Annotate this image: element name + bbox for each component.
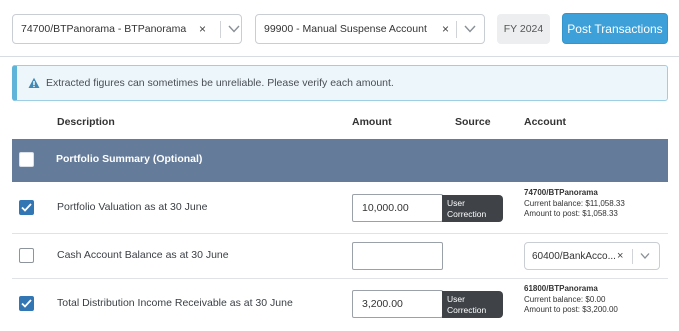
- suspense-account-select[interactable]: 99900 - Manual Suspense Account ×: [255, 14, 485, 44]
- column-header-account: Account: [524, 116, 566, 128]
- amount-input[interactable]: 3,200.00: [352, 290, 443, 318]
- warning-triangle-icon: [28, 77, 40, 88]
- group-label: Portfolio Summary (Optional): [56, 153, 203, 165]
- row-checkbox-cash-account-balance[interactable]: [19, 248, 34, 263]
- chevron-down-icon[interactable]: [227, 23, 241, 35]
- chevron-down-icon[interactable]: [463, 23, 477, 35]
- checkmark-icon: [21, 203, 32, 212]
- group-row-portfolio-summary: Portfolio Summary (Optional): [12, 139, 668, 182]
- fiscal-year-badge: FY 2024: [497, 14, 550, 44]
- source-badge-line2: Correction: [447, 208, 487, 219]
- clear-icon[interactable]: ×: [199, 22, 206, 36]
- clear-icon[interactable]: ×: [442, 22, 449, 36]
- row-description: Total Distribution Income Receivable as …: [57, 297, 293, 309]
- amount-input[interactable]: [352, 242, 443, 270]
- suspense-account-select-value: 99900 - Manual Suspense Account: [264, 23, 427, 35]
- amount-input[interactable]: 10,000.00: [352, 194, 443, 222]
- row-divider: [12, 233, 668, 234]
- post-transactions-button[interactable]: Post Transactions: [562, 13, 668, 44]
- row-checkbox-distribution-income[interactable]: [19, 296, 34, 311]
- select-separator: [456, 21, 457, 38]
- account-amount-to-post: Amount to post: $1,058.33: [524, 209, 618, 219]
- toolbar: 74700/BTPanorama - BTPanorama × 99900 - …: [0, 0, 679, 57]
- select-separator: [632, 249, 633, 264]
- account-select-value: 60400/BankAcco...: [532, 251, 616, 262]
- verify-amounts-alert: Extracted figures can sometimes be unrel…: [12, 65, 668, 101]
- row-checkbox-portfolio-valuation[interactable]: [19, 200, 34, 215]
- source-badge-line1: User: [447, 198, 465, 208]
- checkmark-icon: [21, 299, 32, 308]
- source-badge-user-correction: User Correction: [442, 291, 503, 318]
- clear-icon[interactable]: ×: [617, 250, 623, 262]
- source-badge-line1: User: [447, 294, 465, 304]
- entity-account-select-value: 74700/BTPanorama - BTPanorama: [21, 23, 187, 35]
- account-current-balance: Current balance: $0.00: [524, 294, 606, 304]
- alert-message: Extracted figures can sometimes be unrel…: [46, 77, 394, 89]
- select-separator: [220, 21, 221, 38]
- column-header-amount: Amount: [352, 116, 392, 128]
- group-select-checkbox[interactable]: [19, 152, 34, 167]
- account-name: 61800/BTPanorama: [524, 284, 598, 293]
- account-select[interactable]: 60400/BankAcco... ×: [524, 242, 660, 270]
- row-description: Cash Account Balance as at 30 June: [57, 249, 229, 261]
- column-header-source: Source: [455, 116, 491, 128]
- row-divider: [12, 278, 668, 279]
- column-header-description: Description: [57, 116, 115, 128]
- account-current-balance: Current balance: $11,058.33: [524, 198, 625, 208]
- account-amount-to-post: Amount to post: $3,200.00: [524, 305, 618, 315]
- source-badge-user-correction: User Correction: [442, 195, 503, 222]
- account-info: 74700/BTPanorama Current balance: $11,05…: [524, 188, 625, 220]
- account-name: 74700/BTPanorama: [524, 188, 598, 197]
- source-badge-line2: Correction: [447, 304, 487, 315]
- entity-account-select[interactable]: 74700/BTPanorama - BTPanorama ×: [12, 14, 242, 44]
- row-description: Portfolio Valuation as at 30 June: [57, 201, 208, 213]
- chevron-down-icon[interactable]: [639, 251, 651, 261]
- account-info: 61800/BTPanorama Current balance: $0.00 …: [524, 284, 618, 316]
